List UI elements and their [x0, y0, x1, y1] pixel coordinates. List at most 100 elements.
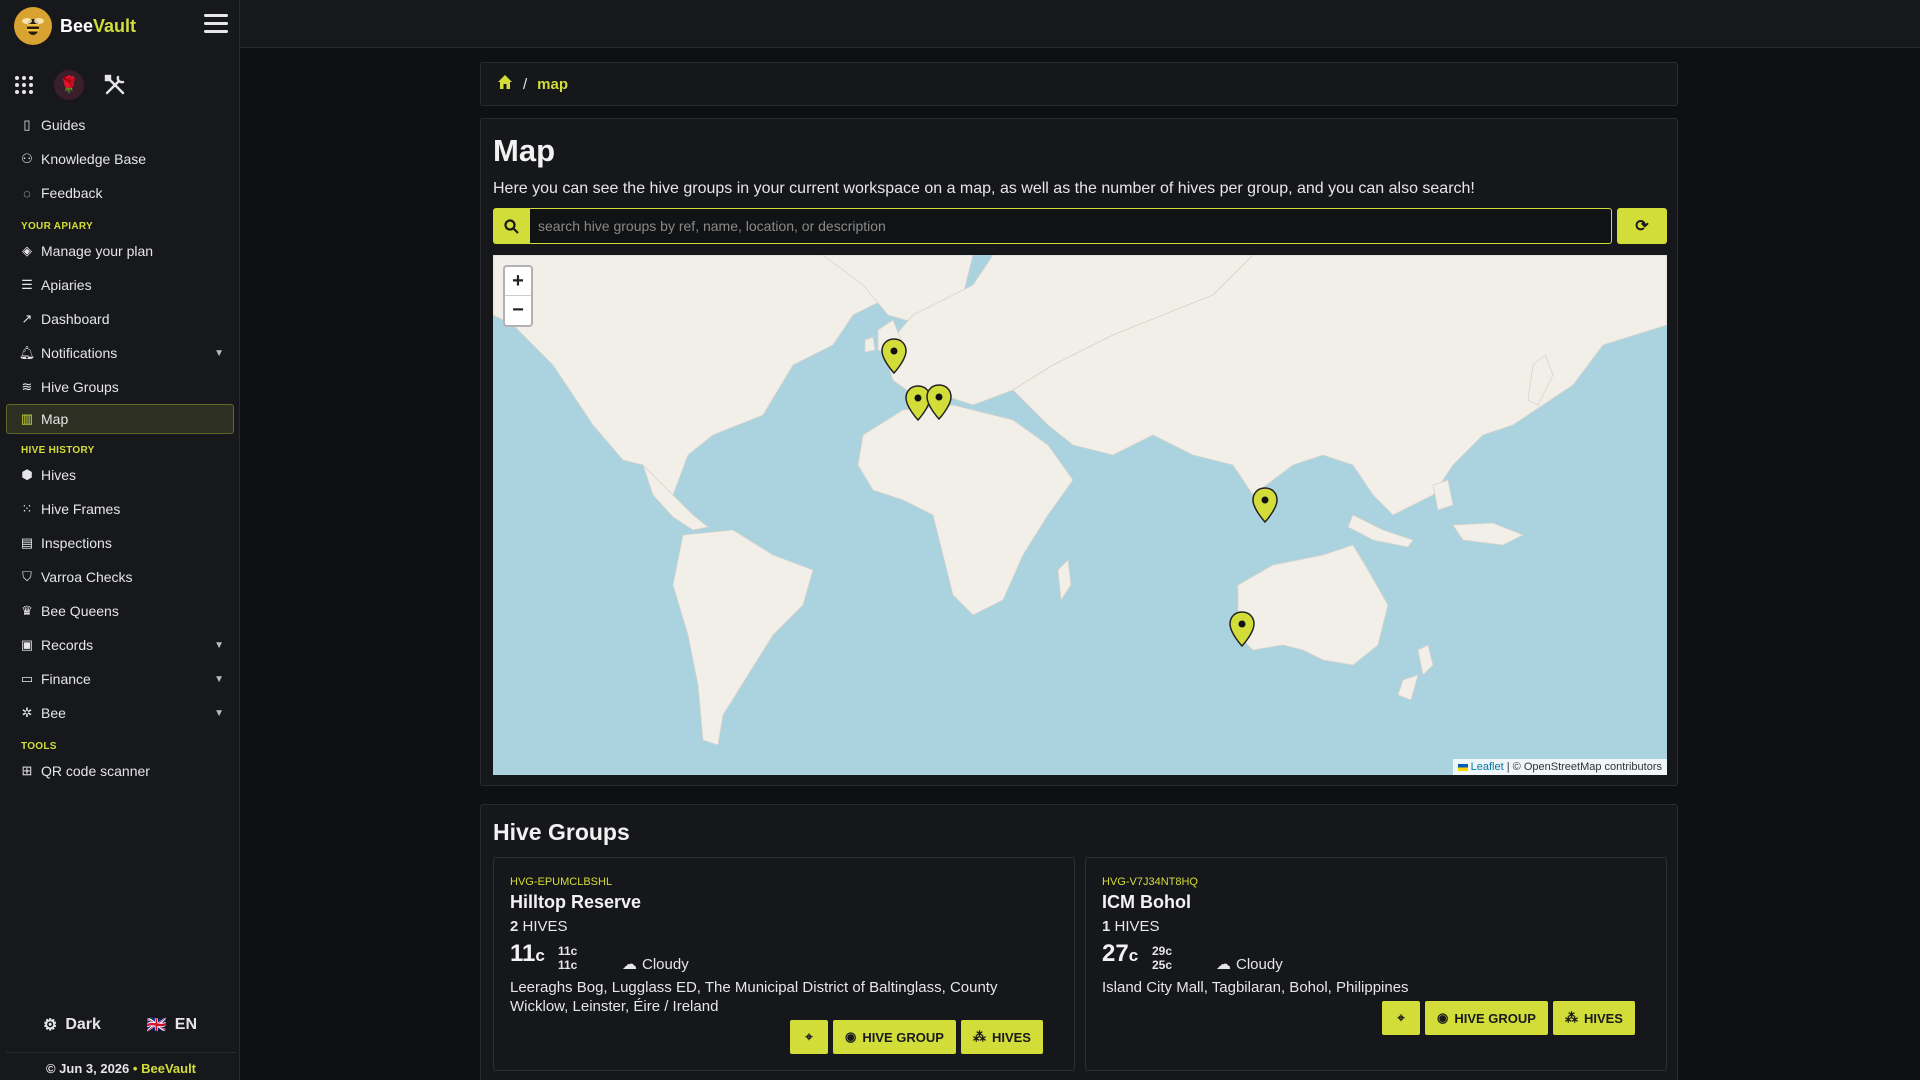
- view-hive-group-button[interactable]: ◉ HIVE GROUP: [1425, 1001, 1548, 1035]
- menu-toggle-icon[interactable]: [204, 14, 228, 34]
- hive-group-card: HVG-EPUMCLBSHL Hilltop Reserve 2 HIVES 1…: [493, 857, 1075, 1071]
- bell-icon: 🔔︎: [18, 345, 36, 360]
- apps-grid-icon[interactable]: [14, 75, 34, 95]
- sidebar-item-feedback[interactable]: ◌ Feedback: [0, 176, 240, 210]
- map-marker[interactable]: [1252, 487, 1278, 523]
- card-actions: ⌖ ◉ HIVE GROUP ⁂ HIVES: [1382, 1001, 1635, 1035]
- section-label-history: HIVE HISTORY: [21, 445, 95, 456]
- zoom-control: + −: [503, 265, 533, 327]
- crown-icon: ♛: [21, 603, 33, 618]
- view-hives-button[interactable]: ⁂ HIVES: [960, 1020, 1043, 1054]
- sidebar-item-hive-frames[interactable]: ⁙ Hive Frames: [0, 492, 240, 526]
- tools-icon[interactable]: [104, 74, 126, 96]
- box-icon: ◈: [22, 243, 32, 258]
- sidebar-item-notifications[interactable]: 🔔︎ Notifications ▼: [0, 336, 240, 370]
- ukraine-flag-icon: [1457, 763, 1468, 771]
- breadcrumb-current: map: [537, 75, 569, 93]
- language-select[interactable]: 🇬🇧 EN: [147, 1015, 197, 1035]
- page-title: Map: [493, 133, 555, 168]
- sidebar-item-finance[interactable]: ▭ Finance ▼: [0, 662, 240, 696]
- bee-logo-icon: [14, 7, 52, 45]
- group-address: Island City Mall, Tagbilaran, Bohol, Phi…: [1102, 979, 1409, 996]
- hive-groups-section: Hive Groups HVG-EPUMCLBSHL Hilltop Reser…: [480, 804, 1678, 1080]
- sidebar-item-records[interactable]: ▣ Records ▼: [0, 628, 240, 662]
- zoom-out-button[interactable]: −: [505, 296, 531, 325]
- chat-icon: ◌: [23, 185, 31, 201]
- locate-button[interactable]: ⌖: [790, 1020, 828, 1054]
- hives-icon: ⁂: [972, 1029, 986, 1044]
- hives-icon: ⁂: [1564, 1010, 1578, 1025]
- grid-icon: ⁙: [21, 501, 33, 516]
- sidebar-item-qr-scanner[interactable]: ⊞ QR code scanner: [0, 754, 240, 788]
- group-ref: HVG-EPUMCLBSHL: [510, 876, 613, 888]
- hexagon-icon: ⬢: [21, 467, 33, 482]
- map-land: [493, 255, 1667, 746]
- section-label-tools: TOOLS: [21, 741, 57, 752]
- sidebar-item-apiaries[interactable]: ☰ Apiaries: [0, 268, 240, 302]
- home-icon[interactable]: [497, 74, 513, 94]
- chevron-down-icon: ▼: [214, 347, 224, 359]
- workspace-avatar[interactable]: 🌹: [54, 70, 84, 100]
- qr-icon: ⊞: [21, 763, 33, 778]
- sidebar-item-knowledge-base[interactable]: ⚇ Knowledge Base: [0, 142, 240, 176]
- search-button[interactable]: [493, 208, 530, 244]
- sidebar-item-bee-queens[interactable]: ♛ Bee Queens: [0, 594, 240, 628]
- theme-toggle[interactable]: ⚙ Dark: [43, 1015, 101, 1035]
- sidebar-item-dashboard[interactable]: ↗ Dashboard: [0, 302, 240, 336]
- refresh-button[interactable]: ⟳: [1617, 208, 1667, 244]
- sidebar-item-bee[interactable]: ✲ Bee ▼: [0, 696, 240, 730]
- section-title: Hive Groups: [493, 819, 630, 845]
- chevron-down-icon: ▼: [214, 673, 224, 685]
- eye-icon: ◉: [1437, 1010, 1449, 1025]
- group-name: Hilltop Reserve: [510, 892, 642, 912]
- hive-group-card: HVG-V7J34NT8HQ ICM Bohol 1 HIVES 27c 29c…: [1085, 857, 1667, 1071]
- brand[interactable]: BeeVault: [14, 6, 136, 46]
- view-hives-button[interactable]: ⁂ HIVES: [1552, 1001, 1635, 1035]
- temperature-range: 29c 25c: [1152, 944, 1173, 972]
- record-icon: ▣: [20, 637, 34, 652]
- chevron-down-icon: ▼: [214, 707, 224, 719]
- clipboard-icon: ▤: [20, 535, 34, 550]
- page-description: Here you can see the hive groups in your…: [493, 180, 1475, 197]
- refresh-icon: ⟳: [1635, 218, 1649, 235]
- book-icon: ▯: [23, 117, 31, 132]
- layers-icon: ≋: [21, 379, 33, 394]
- world-map[interactable]: + − Leaflet | © OpenStreetMap contributo…: [493, 255, 1667, 775]
- brand-name: BeeVault: [60, 15, 137, 36]
- group-hive-count: 1 HIVES: [1102, 918, 1160, 935]
- leaflet-link[interactable]: Leaflet: [1471, 761, 1504, 773]
- map-marker[interactable]: [926, 384, 952, 420]
- sidebar: BeeVault 🌹 ▯ Guides ⚇ Knowledge Base ◌ Feed…: [0, 0, 240, 1080]
- search-input[interactable]: [530, 208, 1612, 244]
- group-name: ICM Bohol: [1102, 892, 1191, 912]
- cloud-icon: ☁: [622, 956, 637, 973]
- chevron-down-icon: ▼: [214, 639, 224, 651]
- temperature-range: 11c 11c: [558, 944, 578, 972]
- zoom-in-button[interactable]: +: [505, 267, 531, 296]
- uk-flag-icon: 🇬🇧: [146, 1017, 167, 1034]
- sidebar-item-varroa-checks[interactable]: ⛉ Varroa Checks: [0, 560, 240, 594]
- sidebar-footer: © Jun 3, 2026 • BeeVault: [6, 1052, 236, 1076]
- sidebar-item-guides[interactable]: ▯ Guides: [0, 108, 240, 142]
- section-label-apiary: YOUR APIARY: [21, 221, 94, 232]
- sidebar-item-hive-groups[interactable]: ≋ Hive Groups: [0, 370, 240, 404]
- group-address: Leeraghs Bog, Lugglass ED, The Municipal…: [510, 979, 998, 1015]
- top-bar: [240, 0, 1920, 48]
- main-content: / map Map Here you can see the hive grou…: [240, 48, 1920, 1080]
- sidebar-item-inspections[interactable]: ▤ Inspections: [0, 526, 240, 560]
- list-icon: ☰: [21, 277, 33, 292]
- sidebar-item-manage-plan[interactable]: ◈ Manage your plan: [0, 234, 240, 268]
- locate-button[interactable]: ⌖: [1382, 1001, 1420, 1035]
- wallet-icon: ▭: [20, 671, 34, 686]
- sidebar-menu: ▯ Guides ⚇ Knowledge Base ◌ Feedback YOUR A…: [0, 108, 240, 788]
- weather-status: ☁ Cloudy: [1216, 955, 1283, 974]
- shield-icon: ⛉: [22, 569, 32, 584]
- sidebar-item-hives[interactable]: ⬢ Hives: [0, 458, 240, 492]
- map-marker[interactable]: [881, 338, 907, 374]
- view-hive-group-button[interactable]: ◉ HIVE GROUP: [833, 1020, 956, 1054]
- current-temperature: 11c: [510, 940, 545, 967]
- sidebar-item-map[interactable]: ▥ Map: [6, 404, 234, 434]
- map-marker[interactable]: [1229, 611, 1255, 647]
- gear-icon: ⚙: [42, 1017, 58, 1034]
- card-actions: ⌖ ◉ HIVE GROUP ⁂ HIVES: [790, 1020, 1043, 1054]
